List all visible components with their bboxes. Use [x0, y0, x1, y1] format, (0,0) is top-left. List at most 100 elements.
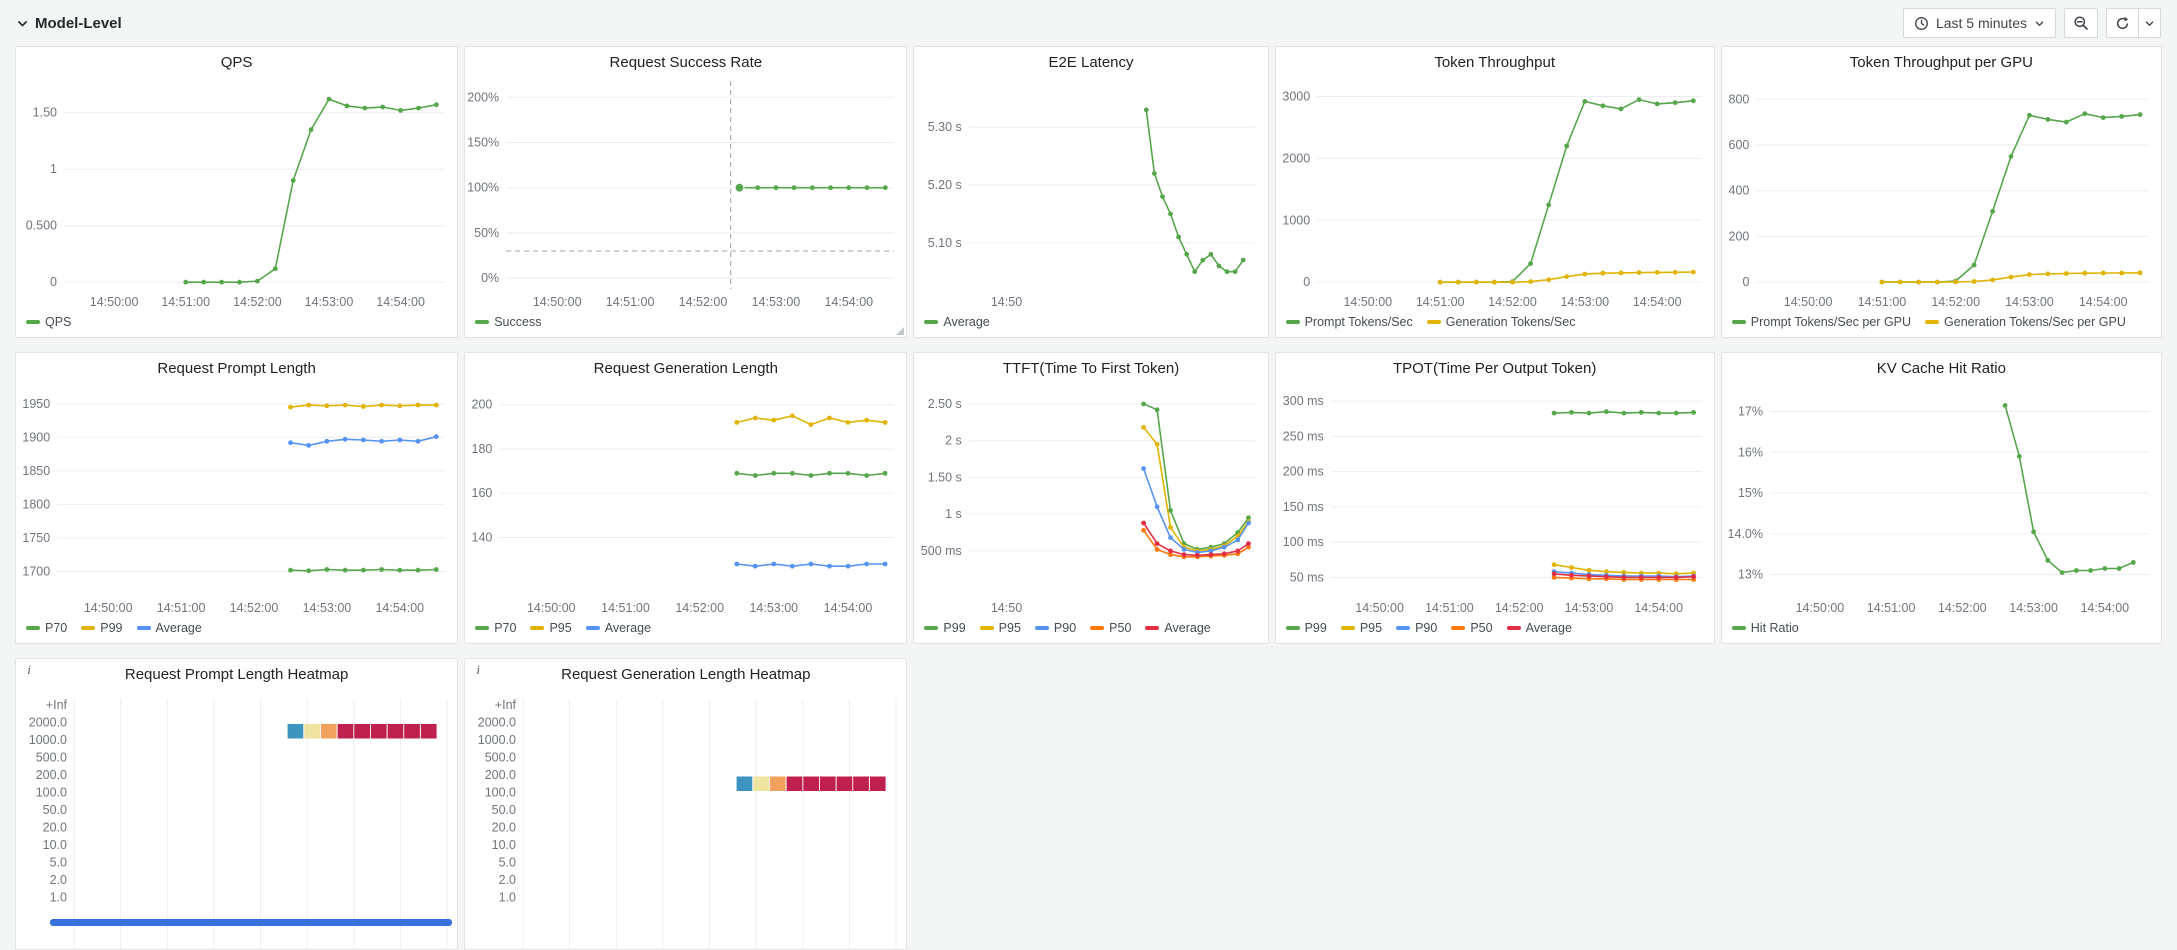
panel-title[interactable]: E2E Latency [914, 47, 1267, 75]
legend-series-label: P99 [1304, 621, 1327, 635]
time-range-picker[interactable]: Last 5 minutes [1902, 8, 2056, 38]
legend-item-p90[interactable]: P90 [1396, 621, 1437, 635]
panel-title[interactable]: Request Generation Length Heatmap [465, 659, 906, 687]
panel-title[interactable]: Request Success Rate [465, 47, 906, 75]
legend-series-label: P70 [45, 621, 68, 635]
legend-item-p99[interactable]: P99 [81, 621, 123, 635]
qps-legend: QPS [16, 313, 457, 337]
legend-series-color [1426, 320, 1441, 324]
ttft-chart[interactable]: 500 ms 1 s 1.50 s 2 s 2.50 s 14:50 [914, 381, 1267, 619]
legend-item-average[interactable]: Average [585, 621, 652, 635]
request-generation-length-heatmap-chart[interactable]: +Inf 2000.0 1000.0 500.0 200.0 100.0 50.0 20.0 1… [465, 687, 906, 949]
svg-text:14:51:00: 14:51:00 [601, 601, 650, 615]
svg-text:1700: 1700 [22, 565, 50, 579]
kv-cache-hit-ratio-chart[interactable]: 13% 14.0% 15% 16% 17% 14:50:00 14:51:00 14:52:0… [1722, 381, 2161, 619]
tpot-chart[interactable]: 50 ms 100 ms 150 ms 200 ms 250 ms 300 ms 14:50… [1276, 381, 1714, 619]
svg-text:100 ms: 100 ms [1282, 535, 1323, 549]
legend-series-label: Average [604, 621, 652, 635]
legend-item-p95[interactable]: P95 [979, 621, 1021, 635]
panel-title[interactable]: Request Generation Length [465, 353, 906, 381]
panel-title[interactable]: TTFT(Time To First Token) [914, 353, 1267, 381]
svg-text:1 s: 1 s [946, 507, 963, 521]
e2e-latency-chart[interactable]: 5.10 s 5.20 s 5.30 s 14:50 [914, 75, 1267, 313]
svg-text:200: 200 [1728, 229, 1749, 243]
legend-item-average[interactable]: Average [1145, 621, 1211, 635]
svg-text:14:53:00: 14:53:00 [303, 601, 352, 615]
legend-series-label: Average [155, 621, 202, 635]
svg-text:1800: 1800 [22, 497, 50, 511]
legend-series-label: P99 [943, 621, 966, 635]
svg-text:150%: 150% [467, 136, 499, 150]
panel-resize-handle[interactable] [896, 327, 905, 335]
legend-series-label: P50 [1470, 621, 1493, 635]
svg-text:500 ms: 500 ms [921, 544, 962, 558]
svg-text:1.50: 1.50 [33, 106, 57, 120]
svg-text:14:54:00: 14:54:00 [376, 295, 425, 309]
legend-series-color [1506, 626, 1521, 630]
panel-token-throughput-per-gpu: Token Throughput per GPU 0 200 400 600 800 14… [1720, 46, 2162, 338]
svg-text:2.0: 2.0 [50, 873, 67, 887]
time-range-label: Last 5 minutes [1935, 15, 2027, 31]
panel-title[interactable]: KV Cache Hit Ratio [1722, 353, 2161, 381]
token-throughput-legend: Prompt Tokens/Sec Generation Tokens/Sec [1276, 313, 1714, 337]
refresh-button[interactable] [2106, 8, 2139, 38]
svg-text:14:52:00: 14:52:00 [679, 295, 728, 309]
svg-text:3000: 3000 [1282, 90, 1310, 104]
request-generation-length-chart[interactable]: 140 160 180 200 14:50:00 14:51:00 14:52:00 14:5… [465, 381, 906, 619]
refresh-interval-dropdown[interactable] [2139, 8, 2161, 38]
qps-chart[interactable]: 0 0.500 1 1.50 14:50:00 14:51:00 14:52:00 14:53… [16, 75, 457, 313]
legend-item-success[interactable]: Success [475, 315, 541, 329]
zoom-out-button[interactable] [2064, 8, 2098, 38]
legend-item-prompt-tokens-sec[interactable]: Prompt Tokens/Sec [1285, 315, 1413, 329]
panel-title[interactable]: Request Prompt Length [16, 353, 457, 381]
legend-item-p90[interactable]: P90 [1034, 621, 1076, 635]
legend-item-generation-tokens-sec-per-gpu[interactable]: Generation Tokens/Sec per GPU [1925, 315, 2126, 329]
legend-item-hit-ratio[interactable]: Hit Ratio [1731, 621, 1799, 635]
token-throughput-chart[interactable]: 0 1000 2000 3000 14:50:00 14:51:00 14:52:00 14:… [1276, 75, 1714, 313]
legend-item-generation-tokens-sec[interactable]: Generation Tokens/Sec [1426, 315, 1575, 329]
svg-text:2.0: 2.0 [499, 873, 516, 887]
legend-item-p50[interactable]: P50 [1090, 621, 1131, 635]
panel-info-icon[interactable]: i [471, 662, 485, 678]
svg-text:200.0: 200.0 [485, 768, 516, 782]
legend-series-color [475, 626, 490, 630]
svg-text:250 ms: 250 ms [1282, 429, 1323, 443]
legend-series-label: Average [1525, 621, 1572, 635]
legend-item-p99[interactable]: P99 [1285, 621, 1327, 635]
token-throughput-per-gpu-chart[interactable]: 0 200 400 600 800 14:50:00 14:51:00 14:52:00 14:… [1722, 75, 2161, 313]
panel-title[interactable]: Request Prompt Length Heatmap [16, 659, 457, 687]
section-toggle-model-level[interactable]: Model-Level [16, 15, 122, 32]
legend-item-average[interactable]: Average [1506, 621, 1572, 635]
svg-text:600: 600 [1728, 138, 1749, 152]
panel-title[interactable]: Token Throughput [1276, 47, 1714, 75]
legend-item-p95[interactable]: P95 [1340, 621, 1383, 635]
request-prompt-length-chart[interactable]: 1700 1750 1800 1850 1900 1950 14:50:00 14:51:00… [16, 381, 457, 619]
request-success-rate-chart[interactable]: 0% 50% 100% 150% 200% 14:50:00 14:51:00 14:52:0… [465, 75, 906, 313]
request-prompt-length-heatmap-chart[interactable]: +Inf 2000.0 1000.0 500.0 200.0 100.0 50.0 20.0 1… [16, 687, 457, 949]
svg-text:14:52:00: 14:52:00 [1931, 295, 1980, 309]
svg-text:200 ms: 200 ms [1282, 465, 1323, 479]
svg-text:14.0%: 14.0% [1727, 527, 1762, 541]
legend-item-p50[interactable]: P50 [1451, 621, 1493, 635]
svg-text:1950: 1950 [22, 397, 50, 411]
legend-item-average[interactable]: Average [924, 315, 990, 329]
legend-series-label: P95 [998, 621, 1021, 635]
panel-token-throughput: Token Throughput 0 1000 2000 3000 14:50:00 14… [1274, 46, 1715, 338]
legend-item-prompt-tokens-sec-per-gpu[interactable]: Prompt Tokens/Sec per GPU [1731, 315, 1911, 329]
legend-series-label: P95 [1359, 621, 1383, 635]
panel-info-icon[interactable]: i [22, 662, 36, 678]
svg-text:14:54:00: 14:54:00 [824, 601, 873, 615]
request-prompt-length-legend: P70 P99 Average [16, 619, 457, 643]
svg-text:14:51:00: 14:51:00 [157, 601, 206, 615]
svg-text:5.0: 5.0 [50, 856, 67, 870]
legend-item-p70[interactable]: P70 [26, 621, 67, 635]
panel-title[interactable]: QPS [16, 47, 457, 75]
legend-item-p70[interactable]: P70 [475, 621, 516, 635]
panel-title[interactable]: Token Throughput per GPU [1722, 47, 2161, 75]
legend-item-p99[interactable]: P99 [924, 621, 966, 635]
panel-title[interactable]: TPOT(Time Per Output Token) [1276, 353, 1714, 381]
legend-item-average[interactable]: Average [136, 621, 202, 635]
svg-text:200: 200 [472, 398, 493, 412]
legend-item-p95[interactable]: P95 [530, 621, 572, 635]
legend-item-qps[interactable]: QPS [26, 315, 71, 329]
